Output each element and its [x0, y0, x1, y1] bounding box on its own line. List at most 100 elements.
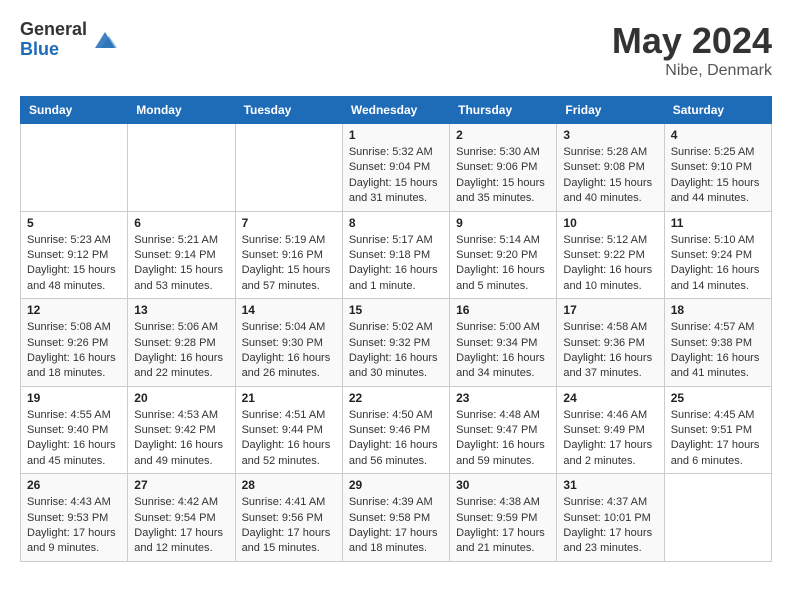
calendar-day-cell: 20 Sunrise: 4:53 AMSunset: 9:42 PMDayligh…: [128, 386, 235, 474]
calendar-day-cell: 21Sunrise: 4:51 AMSunset: 9:44 PMDayligh…: [235, 386, 342, 474]
calendar-day-cell: 25 Sunrise: 4:45 AMSunset: 9:51 PMDayligh…: [664, 386, 771, 474]
day-info: Sunrise: 4:57 AMSunset: 9:38 PMDaylight:…: [671, 320, 765, 382]
header-row: SundayMondayTuesdayWednesdayThursdayFrid…: [21, 97, 772, 124]
day-number: 18: [671, 303, 765, 317]
day-number: 28: [242, 478, 336, 492]
header-day: Monday: [128, 97, 235, 124]
day-info: Sunrise: 5:32 AMSunset: 9:04 PMDaylight:…: [349, 145, 443, 207]
day-info: Sunrise: 4:37 AMSunset: 10:01 PMDaylight…: [563, 495, 657, 557]
day-number: 2: [456, 128, 550, 142]
day-number: 16: [456, 303, 550, 317]
day-number: 15: [349, 303, 443, 317]
day-info: Sunrise: 4:42 AMSunset: 9:54 PMDaylight:…: [134, 495, 228, 557]
day-number: 25: [671, 391, 765, 405]
calendar-title: May 2024: [612, 20, 772, 62]
calendar-day-cell: [664, 474, 771, 562]
day-number: 14: [242, 303, 336, 317]
day-info: Sunrise: 4:41 AMSunset: 9:56 PMDaylight:…: [242, 495, 336, 557]
calendar-day-cell: 24 Sunrise: 4:46 AMSunset: 9:49 PMDayligh…: [557, 386, 664, 474]
day-number: 31: [563, 478, 657, 492]
day-info: Sunrise: 5:00 AMSunset: 9:34 PMDaylight:…: [456, 320, 550, 382]
day-number: 3: [563, 128, 657, 142]
day-number: 19: [27, 391, 121, 405]
day-number: 17: [563, 303, 657, 317]
day-number: 1: [349, 128, 443, 142]
header-day: Tuesday: [235, 97, 342, 124]
day-info: Sunrise: 5:21 AMSunset: 9:14 PMDaylight:…: [134, 233, 228, 295]
calendar-day-cell: 6Sunrise: 5:21 AMSunset: 9:14 PMDaylight…: [128, 211, 235, 299]
logo-icon: [91, 26, 119, 54]
day-info: Sunrise: 4:46 AMSunset: 9:49 PMDaylight:…: [563, 408, 657, 470]
calendar-week-row: 12 Sunrise: 5:08 AMSunset: 9:26 PMDayligh…: [21, 299, 772, 387]
calendar-day-cell: [21, 124, 128, 212]
calendar-week-row: 5Sunrise: 5:23 AMSunset: 9:12 PMDaylight…: [21, 211, 772, 299]
calendar-day-cell: 28 Sunrise: 4:41 AMSunset: 9:56 PMDayligh…: [235, 474, 342, 562]
day-number: 8: [349, 216, 443, 230]
calendar-day-cell: 15 Sunrise: 5:02 AMSunset: 9:32 PMDayligh…: [342, 299, 449, 387]
calendar-day-cell: [128, 124, 235, 212]
day-number: 7: [242, 216, 336, 230]
day-number: 20: [134, 391, 228, 405]
calendar-day-cell: 29 Sunrise: 4:39 AMSunset: 9:58 PMDayligh…: [342, 474, 449, 562]
calendar-day-cell: 17 Sunrise: 4:58 AMSunset: 9:36 PMDayligh…: [557, 299, 664, 387]
day-info: Sunrise: 4:48 AMSunset: 9:47 PMDaylight:…: [456, 408, 550, 470]
calendar-day-cell: 9 Sunrise: 5:14 AMSunset: 9:20 PMDaylight…: [450, 211, 557, 299]
calendar-day-cell: 7Sunrise: 5:19 AMSunset: 9:16 PMDaylight…: [235, 211, 342, 299]
day-number: 29: [349, 478, 443, 492]
calendar-day-cell: 31 Sunrise: 4:37 AMSunset: 10:01 PMDaylig…: [557, 474, 664, 562]
page-header: General Blue May 2024 Nibe, Denmark: [20, 20, 772, 80]
day-number: 13: [134, 303, 228, 317]
calendar-day-cell: 19 Sunrise: 4:55 AMSunset: 9:40 PMDayligh…: [21, 386, 128, 474]
day-info: Sunrise: 4:43 AMSunset: 9:53 PMDaylight:…: [27, 495, 121, 557]
header-day: Saturday: [664, 97, 771, 124]
calendar-day-cell: 16 Sunrise: 5:00 AMSunset: 9:34 PMDayligh…: [450, 299, 557, 387]
day-info: Sunrise: 5:02 AMSunset: 9:32 PMDaylight:…: [349, 320, 443, 382]
day-number: 24: [563, 391, 657, 405]
day-info: Sunrise: 4:45 AMSunset: 9:51 PMDaylight:…: [671, 408, 765, 470]
calendar-day-cell: 22 Sunrise: 4:50 AMSunset: 9:46 PMDayligh…: [342, 386, 449, 474]
day-info: Sunrise: 5:10 AMSunset: 9:24 PMDaylight:…: [671, 233, 765, 295]
calendar-week-row: 19 Sunrise: 4:55 AMSunset: 9:40 PMDayligh…: [21, 386, 772, 474]
header-day: Thursday: [450, 97, 557, 124]
day-info: Sunrise: 5:08 AMSunset: 9:26 PMDaylight:…: [27, 320, 121, 382]
header-day: Friday: [557, 97, 664, 124]
header-day: Sunday: [21, 97, 128, 124]
calendar-day-cell: 18 Sunrise: 4:57 AMSunset: 9:38 PMDayligh…: [664, 299, 771, 387]
day-info: Sunrise: 5:12 AMSunset: 9:22 PMDaylight:…: [563, 233, 657, 295]
day-number: 12: [27, 303, 121, 317]
calendar-table: SundayMondayTuesdayWednesdayThursdayFrid…: [20, 96, 772, 562]
calendar-day-cell: 12 Sunrise: 5:08 AMSunset: 9:26 PMDayligh…: [21, 299, 128, 387]
day-number: 21: [242, 391, 336, 405]
day-number: 11: [671, 216, 765, 230]
day-info: Sunrise: 4:50 AMSunset: 9:46 PMDaylight:…: [349, 408, 443, 470]
calendar-day-cell: 23 Sunrise: 4:48 AMSunset: 9:47 PMDayligh…: [450, 386, 557, 474]
day-info: Sunrise: 4:55 AMSunset: 9:40 PMDaylight:…: [27, 408, 121, 470]
day-number: 27: [134, 478, 228, 492]
day-number: 22: [349, 391, 443, 405]
calendar-day-cell: 26 Sunrise: 4:43 AMSunset: 9:53 PMDayligh…: [21, 474, 128, 562]
day-info: Sunrise: 5:14 AMSunset: 9:20 PMDaylight:…: [456, 233, 550, 295]
calendar-day-cell: 11 Sunrise: 5:10 AMSunset: 9:24 PMDayligh…: [664, 211, 771, 299]
day-number: 4: [671, 128, 765, 142]
title-block: May 2024 Nibe, Denmark: [612, 20, 772, 80]
calendar-day-cell: 3Sunrise: 5:28 AMSunset: 9:08 PMDaylight…: [557, 124, 664, 212]
day-info: Sunrise: 4:39 AMSunset: 9:58 PMDaylight:…: [349, 495, 443, 557]
day-number: 26: [27, 478, 121, 492]
day-info: Sunrise: 5:30 AMSunset: 9:06 PMDaylight:…: [456, 145, 550, 207]
day-info: Sunrise: 5:17 AMSunset: 9:18 PMDaylight:…: [349, 233, 443, 295]
calendar-day-cell: 4Sunrise: 5:25 AMSunset: 9:10 PMDaylight…: [664, 124, 771, 212]
calendar-day-cell: 8 Sunrise: 5:17 AMSunset: 9:18 PMDaylight…: [342, 211, 449, 299]
day-number: 10: [563, 216, 657, 230]
day-info: Sunrise: 5:23 AMSunset: 9:12 PMDaylight:…: [27, 233, 121, 295]
day-info: Sunrise: 4:58 AMSunset: 9:36 PMDaylight:…: [563, 320, 657, 382]
calendar-day-cell: 30Sunrise: 4:38 AMSunset: 9:59 PMDayligh…: [450, 474, 557, 562]
day-info: Sunrise: 5:06 AMSunset: 9:28 PMDaylight:…: [134, 320, 228, 382]
calendar-subtitle: Nibe, Denmark: [612, 62, 772, 80]
logo-general: General: [20, 20, 87, 40]
calendar-day-cell: 14Sunrise: 5:04 AMSunset: 9:30 PMDayligh…: [235, 299, 342, 387]
calendar-day-cell: [235, 124, 342, 212]
day-number: 9: [456, 216, 550, 230]
day-number: 23: [456, 391, 550, 405]
day-info: Sunrise: 4:53 AMSunset: 9:42 PMDaylight:…: [134, 408, 228, 470]
calendar-day-cell: 27 Sunrise: 4:42 AMSunset: 9:54 PMDayligh…: [128, 474, 235, 562]
